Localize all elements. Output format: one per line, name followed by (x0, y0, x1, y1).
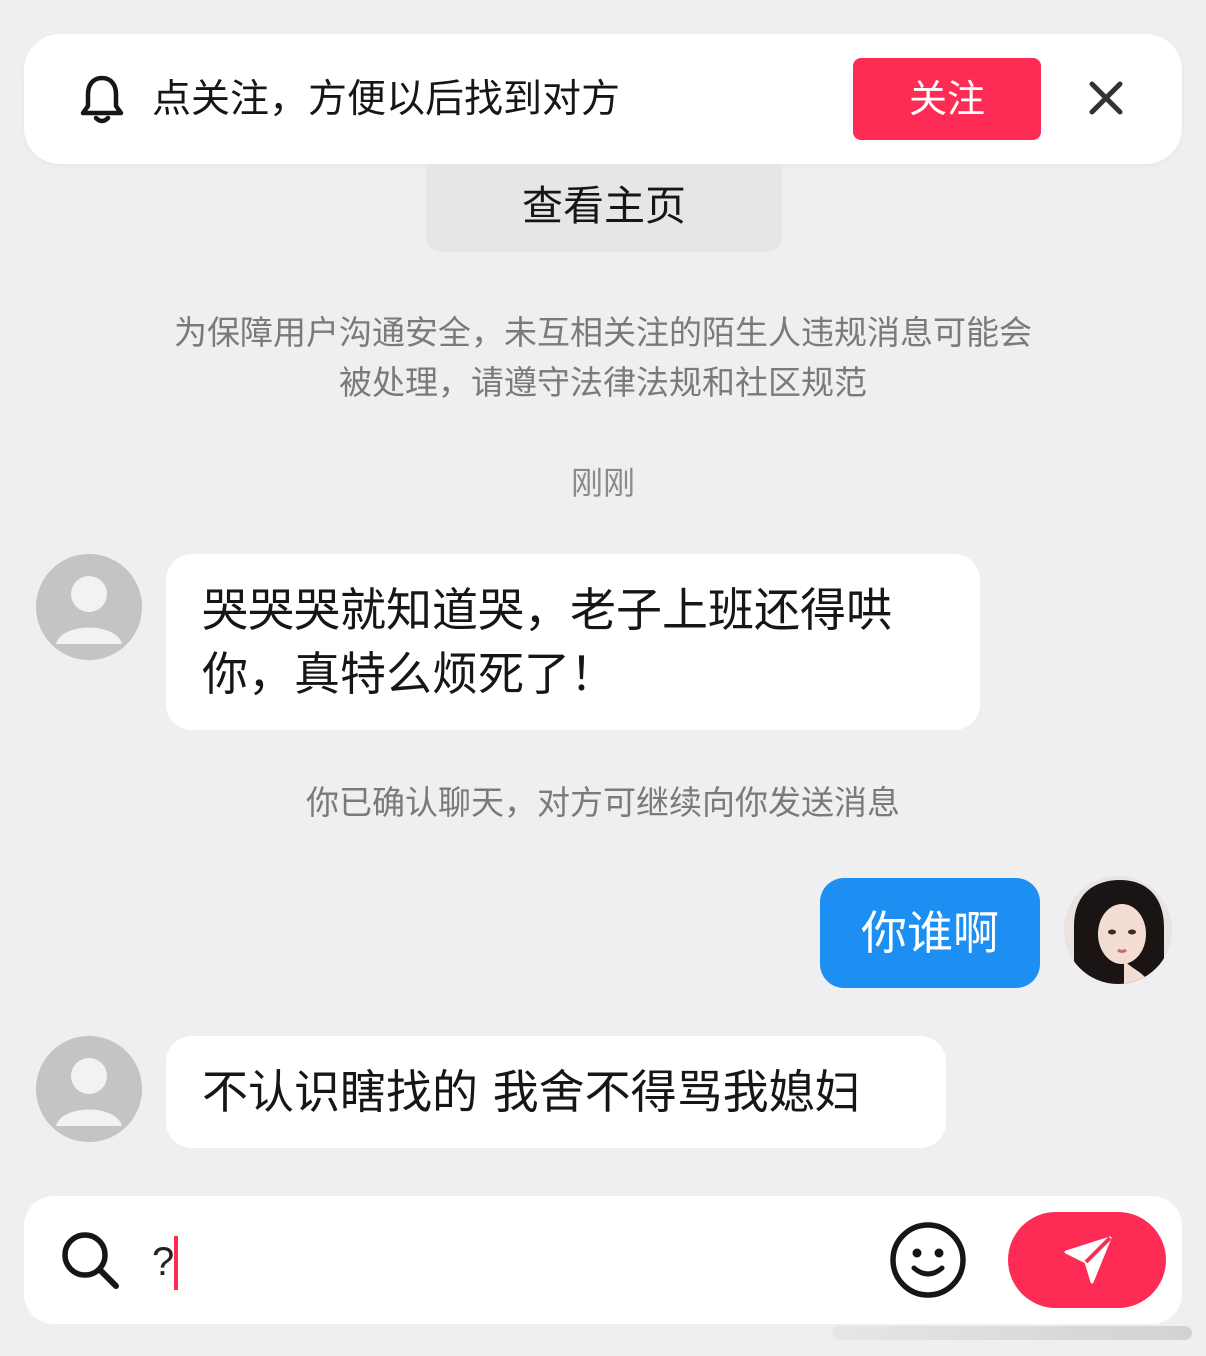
banner-text: 点关注，方便以后找到对方 (152, 77, 621, 122)
safety-notice: 为保障用户沟通安全，未互相关注的陌生人违规消息可能会 被处理，请遵守法律法规和社… (100, 308, 1106, 408)
default-avatar-icon (36, 1036, 142, 1142)
send-button[interactable] (1008, 1212, 1166, 1308)
close-icon[interactable] (1084, 76, 1128, 120)
search-icon[interactable] (58, 1228, 122, 1292)
user-photo (1064, 876, 1172, 984)
message-bubble-incoming[interactable]: 哭哭哭就知道哭，老子上班还得哄 你，真特么烦死了！ (166, 554, 980, 730)
message-text-line1: 哭哭哭就知道哭，老子上班还得哄 (202, 583, 892, 637)
emoji-icon[interactable] (888, 1220, 968, 1300)
default-avatar-icon (36, 554, 142, 660)
message-bubble-incoming[interactable]: 不认识瞎找的 我舍不得骂我媳妇 (166, 1036, 946, 1148)
avatar[interactable] (36, 1036, 142, 1142)
message-input[interactable] (152, 1234, 852, 1290)
message-bubble-outgoing[interactable]: 你谁啊 (820, 878, 1040, 988)
my-avatar[interactable] (1064, 876, 1172, 984)
avatar[interactable] (36, 554, 142, 660)
system-message: 你已确认聊天，对方可继续向你发送消息 (306, 783, 900, 822)
message-text-line2: 你，真特么烦死了！ (202, 647, 616, 701)
follow-button[interactable]: 关注 (853, 58, 1041, 140)
send-icon (1064, 1236, 1112, 1284)
message-timestamp: 刚刚 (570, 464, 635, 502)
text-caret (174, 1236, 178, 1290)
safety-notice-line1: 为保障用户沟通安全，未互相关注的陌生人违规消息可能会 (174, 313, 1032, 352)
view-profile-button[interactable]: 查看主页 (426, 164, 782, 252)
safety-notice-line2: 被处理，请遵守法律法规和社区规范 (339, 363, 867, 402)
watermark-strip (832, 1326, 1192, 1340)
bell-icon (80, 75, 124, 124)
